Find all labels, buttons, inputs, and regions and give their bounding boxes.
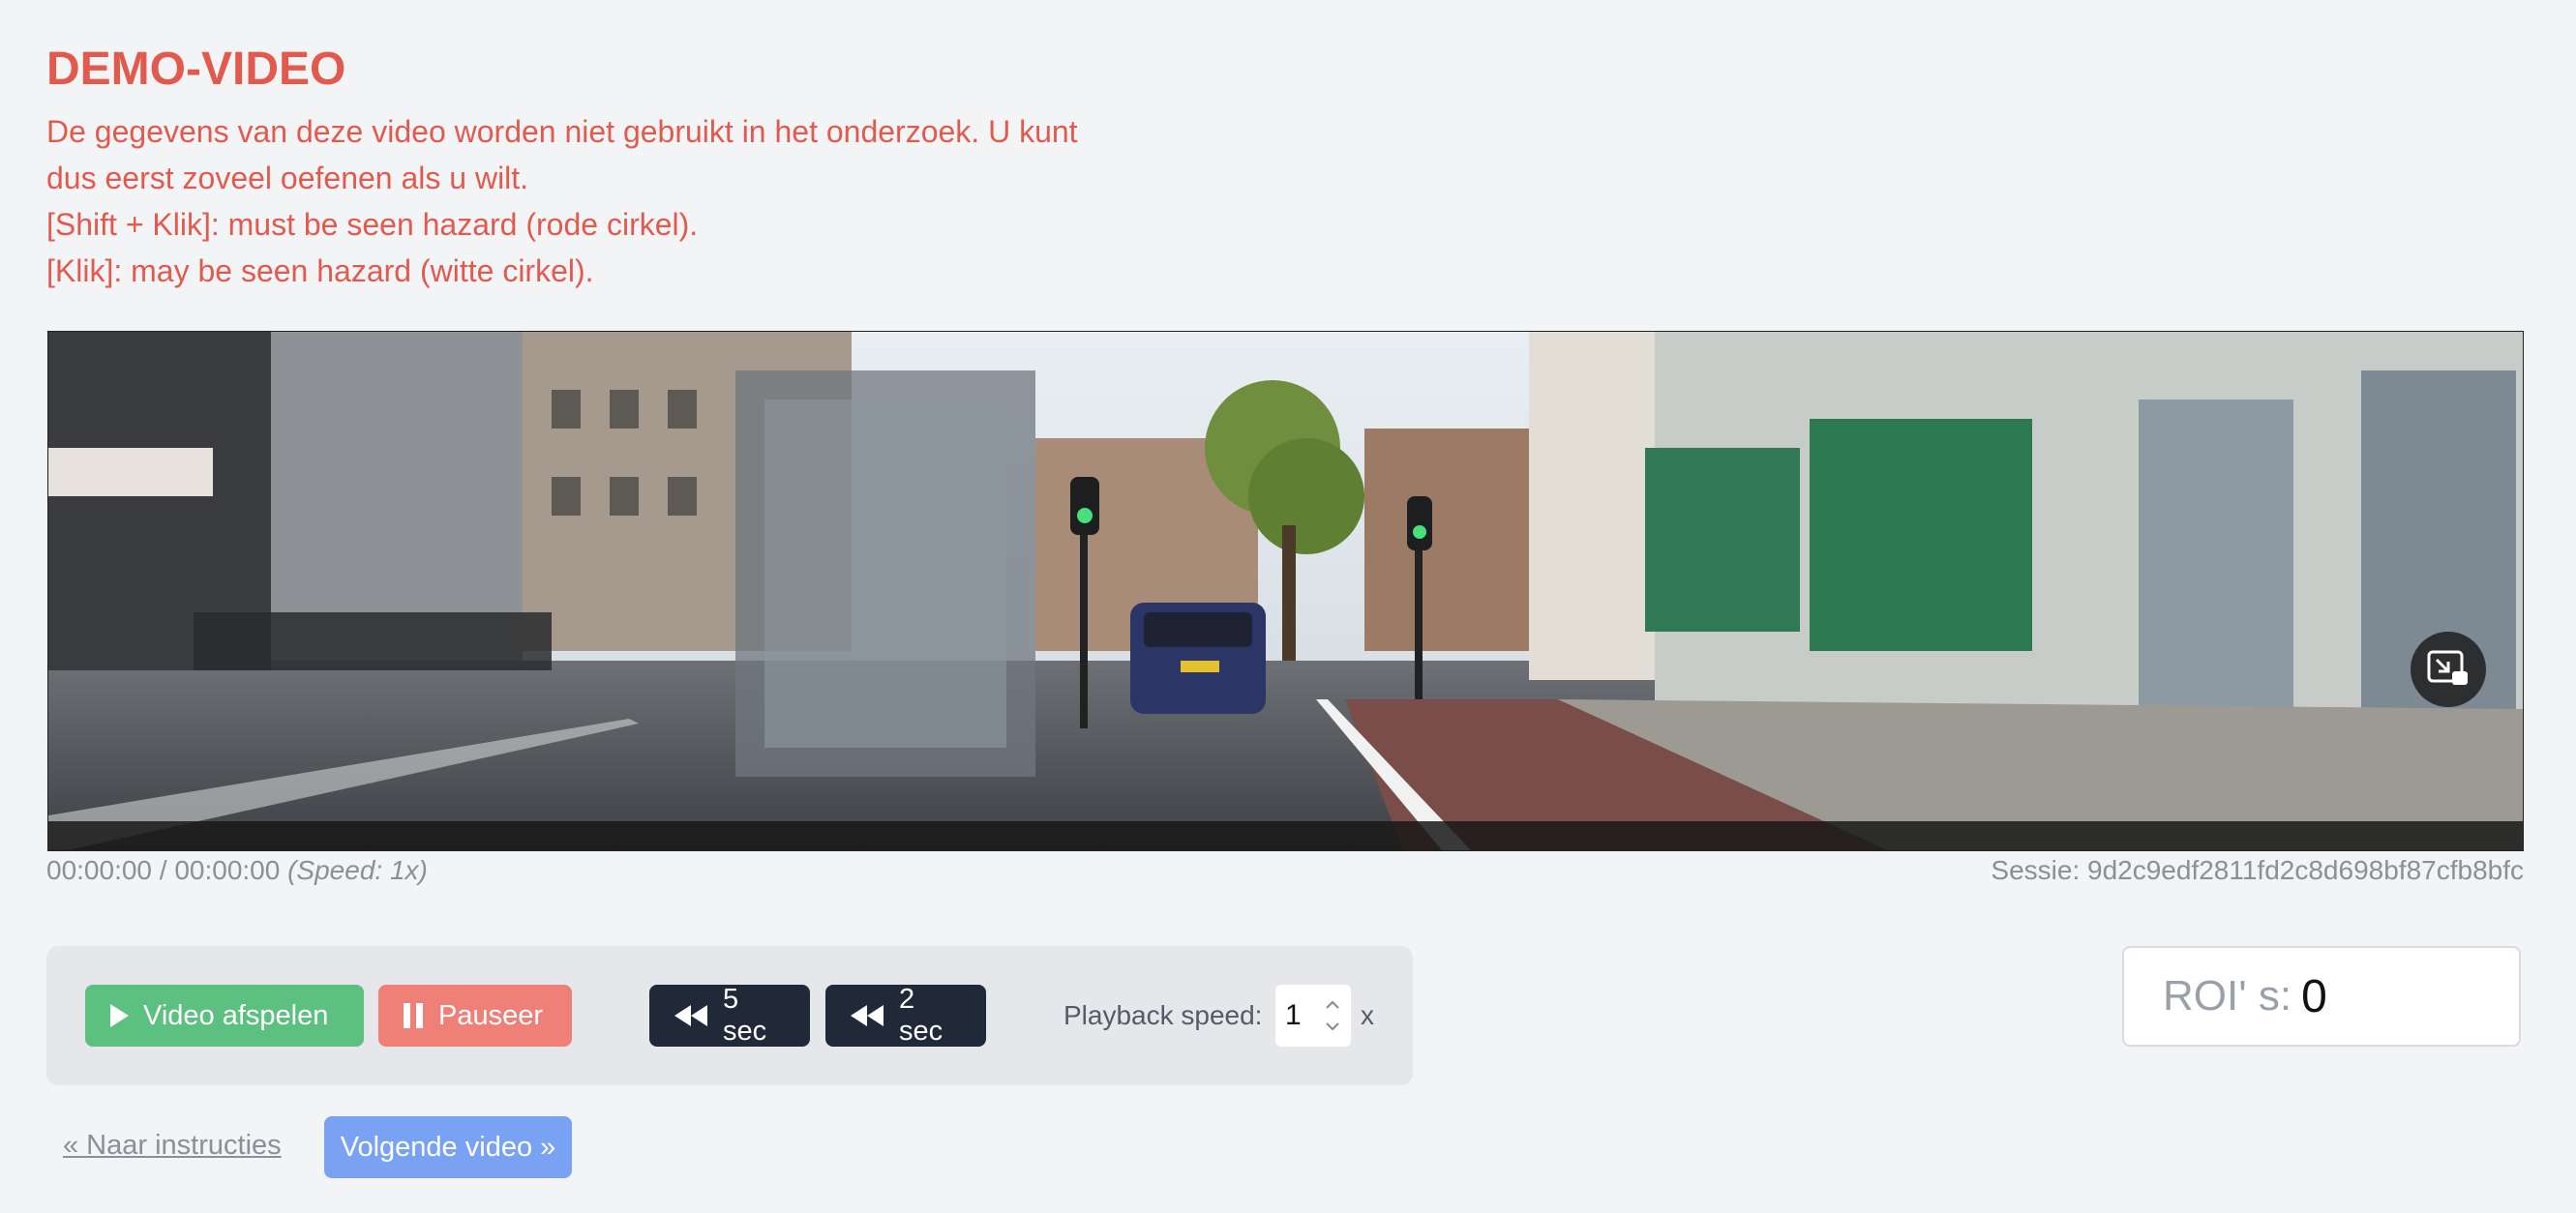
roi-label: ROI' s: (2163, 972, 2292, 1020)
playback-time: 00:00:00 / 00:00:00 (Speed: 1x) (46, 855, 428, 886)
picture-in-picture-button[interactable] (2411, 632, 2486, 707)
play-icon (108, 1003, 130, 1028)
building-window (610, 477, 639, 516)
video-player[interactable] (47, 331, 2524, 851)
traffic-light (1070, 477, 1099, 535)
traffic-pole (1080, 535, 1088, 728)
bicycle-rack (194, 612, 552, 670)
traffic-light-green (1413, 525, 1426, 539)
building-window (552, 477, 581, 516)
rewind-icon (849, 1003, 885, 1028)
play-video-label: Video afspelen (143, 999, 329, 1031)
building-far (1364, 429, 1529, 651)
building-window (668, 390, 697, 429)
player-controls: Video afspelen Pauseer 5 sec 2 sec Playb… (46, 946, 1413, 1085)
car-window (1144, 612, 1252, 647)
tree (1248, 438, 1364, 554)
tree-trunk (1282, 525, 1296, 661)
next-video-button[interactable]: Volgende video » (324, 1116, 572, 1178)
time-readout: 00:00:00 / 00:00:00 (46, 855, 281, 885)
storefront-green (1810, 419, 2032, 651)
roi-counter: ROI' s: 0 (2122, 946, 2521, 1047)
building-door (2139, 399, 2293, 709)
building-window (552, 390, 581, 429)
chevron-down-icon[interactable] (1325, 1021, 1340, 1031)
building-window (610, 390, 639, 429)
session-id: Sessie: 9d2c9edf2811fd2c8d698bf87cfb8bfc (1991, 855, 2524, 885)
roi-count: 0 (2301, 970, 2327, 1022)
rewind-2-sec-button[interactable]: 2 sec (825, 984, 986, 1047)
click-instruction: [Klik]: may be seen hazard (witte cirkel… (46, 253, 594, 288)
play-video-button[interactable]: Video afspelen (85, 985, 364, 1047)
picture-in-picture-exit-icon (2427, 650, 2468, 685)
pause-label: Pauseer (438, 999, 544, 1031)
notice-text-line: dus eerst zoveel oefenen als u wilt. (46, 161, 529, 195)
status-row: 00:00:00 / 00:00:00 (Speed: 1x) Sessie: … (46, 855, 2524, 890)
rewind-2-label: 2 sec (899, 984, 944, 1047)
building-window (668, 477, 697, 516)
video-progress-bar[interactable] (48, 821, 2523, 850)
chevron-up-icon[interactable] (1325, 1000, 1340, 1010)
shift-click-instruction: [Shift + Klik]: must be seen hazard (rod… (46, 207, 699, 242)
notice-text-line: De gegevens van deze video worden niet g… (46, 114, 1078, 149)
playback-speed-label: Playback speed: (1063, 1000, 1263, 1030)
playback-speed-input[interactable]: 1 (1275, 985, 1351, 1047)
playback-speed-value: 1 (1285, 999, 1302, 1031)
shop-sign (48, 448, 213, 496)
rewind-5-label: 5 sec (723, 984, 767, 1047)
speed-stepper[interactable] (1322, 1000, 1343, 1031)
building-left (271, 332, 523, 661)
storefront-green (1645, 448, 1800, 632)
rewind-5-sec-button[interactable]: 5 sec (649, 984, 810, 1047)
traffic-light (1407, 496, 1432, 550)
building-right (1529, 332, 1655, 680)
car-plate (1181, 661, 1219, 672)
back-to-instructions-link[interactable]: « Naar instructies (63, 1130, 282, 1162)
rewind-icon (673, 1003, 709, 1028)
video-frame[interactable] (48, 332, 2523, 850)
traffic-light-green (1077, 508, 1093, 523)
speed-readout: (Speed: 1x) (287, 855, 428, 885)
pause-icon (402, 1002, 425, 1029)
demo-notice: DEMO-VIDEO De gegevens van deze video wo… (46, 39, 1208, 294)
pause-button[interactable]: Pauseer (378, 985, 572, 1047)
playback-speed-suffix: x (1361, 1000, 1374, 1030)
page-title: DEMO-VIDEO (46, 44, 346, 95)
bus-shelter-glass (764, 399, 1006, 748)
